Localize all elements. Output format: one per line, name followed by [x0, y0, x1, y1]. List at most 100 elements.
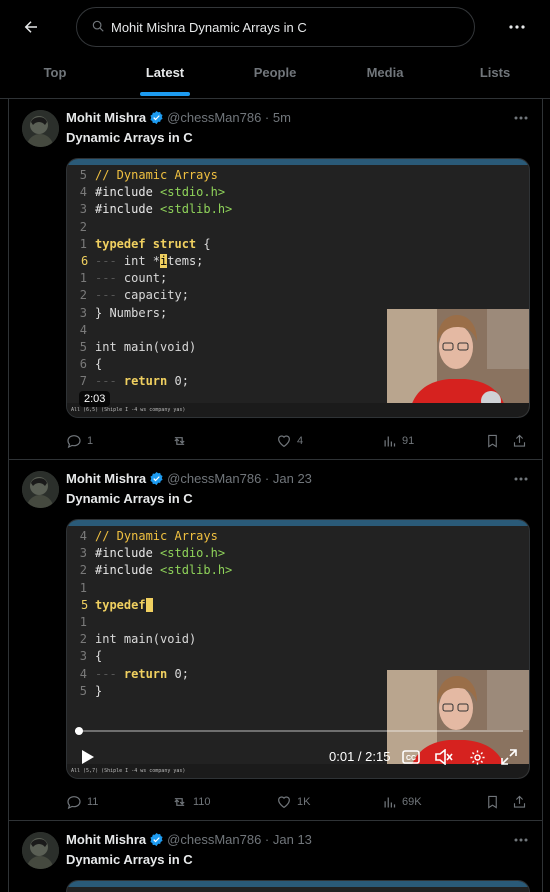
reply-button[interactable]: 1: [66, 431, 93, 451]
views-button[interactable]: 91: [382, 431, 414, 451]
author-handle[interactable]: @chessMan786: [167, 471, 261, 486]
reply-count: 11: [87, 796, 99, 808]
back-arrow-icon[interactable]: [18, 14, 44, 40]
heart-icon: [278, 435, 290, 448]
separator-dot: ·: [261, 471, 273, 486]
tweet-header: Mohit Mishra @chessMan786 · Jan 23: [66, 471, 312, 486]
video-controls: 0:01 / 2:15 CC: [67, 718, 529, 778]
editor-status-line: All (6,5) (Shiple I -4 ws company yas): [67, 403, 529, 417]
author-name[interactable]: Mohit Mishra: [66, 832, 146, 847]
progress-handle[interactable]: [74, 727, 83, 735]
editor-title-bar: [67, 159, 529, 165]
author-name[interactable]: Mohit Mishra: [66, 110, 146, 125]
reply-button[interactable]: 11: [66, 792, 98, 812]
code-line: 1: [67, 580, 232, 597]
view-count: 69K: [402, 796, 422, 808]
more-options-icon[interactable]: [505, 15, 529, 39]
tab-media[interactable]: Media: [330, 53, 440, 98]
reply-icon: [67, 796, 81, 810]
play-icon[interactable]: [79, 748, 97, 766]
verified-badge-icon: [149, 110, 164, 125]
avatar[interactable]: [22, 471, 59, 508]
code-line: 2 int main(void): [67, 631, 232, 648]
code-line: 6{: [67, 356, 232, 373]
tweet-more-icon[interactable]: [511, 111, 531, 125]
author-handle[interactable]: @chessMan786: [167, 110, 261, 125]
code-line: 4: [67, 322, 232, 339]
author-handle[interactable]: @chessMan786: [167, 832, 261, 847]
search-icon: [91, 19, 107, 35]
tweet-more-icon[interactable]: [511, 833, 531, 847]
share-button[interactable]: [512, 431, 527, 451]
top-bar: [0, 0, 550, 53]
line-number: 7: [79, 374, 87, 389]
code-line: 1: [67, 614, 232, 631]
fullscreen-icon[interactable]: [500, 748, 518, 766]
views-button[interactable]: 69K: [382, 792, 422, 812]
line-number: 2: [79, 632, 87, 647]
code-line: 3 #include <stdlib.h>: [67, 201, 233, 218]
code-text: typedef: [95, 597, 153, 612]
tweet-actions: 1 4 91: [66, 431, 536, 451]
code-text: {: [95, 357, 103, 372]
share-button[interactable]: [512, 792, 527, 812]
captions-icon[interactable]: CC: [402, 748, 420, 766]
line-number: 2: [79, 563, 87, 578]
code-text: // Dynamic Arrays: [95, 529, 218, 543]
line-number: 5: [81, 597, 89, 612]
line-number: 3: [79, 649, 87, 664]
code-text: typedef struct {: [95, 236, 211, 251]
code-line: 1 typedef struct {: [67, 236, 232, 253]
tweet[interactable]: Mohit Mishra @chessMan786 · Jan 13 Dynam…: [9, 821, 542, 892]
code-line: 7 --- return 0;: [67, 373, 232, 390]
tab-latest[interactable]: Latest: [110, 53, 220, 98]
code-line: 2 #include <stdlib.h>: [67, 562, 233, 579]
code-text: }: [95, 683, 103, 698]
bookmark-button[interactable]: [485, 431, 500, 451]
code-editor: 4 // Dynamic Arrays 3 #include <stdio.h> 2 #i…: [67, 528, 233, 700]
mute-icon[interactable]: [435, 748, 453, 766]
like-button[interactable]: 4: [276, 431, 303, 451]
video-player[interactable]: 5 // Dynamic Arrays 4 #include <stdio.h> 3 #i…: [66, 158, 530, 418]
views-icon: [384, 797, 396, 807]
bookmark-icon: [488, 434, 497, 448]
avatar[interactable]: [22, 110, 59, 147]
line-number: 2: [79, 288, 87, 303]
video-player[interactable]: 4 // Dynamic Arrays 3 #include <stdio.h> 2 #i…: [66, 519, 530, 779]
tweet-text: Dynamic Arrays in C: [66, 852, 193, 867]
code-line: 3 #include <stdio.h>: [67, 545, 232, 562]
code-line: 2: [67, 219, 232, 236]
video-progress-bar[interactable]: [74, 727, 523, 735]
search-box[interactable]: [76, 7, 475, 47]
line-number: 4: [79, 529, 87, 543]
tweet-header: Mohit Mishra @chessMan786 · 5m: [66, 110, 291, 125]
tweet-more-icon[interactable]: [511, 472, 531, 486]
bookmark-button[interactable]: [485, 792, 500, 812]
retweet-icon: [174, 798, 185, 806]
view-count: 91: [402, 435, 415, 447]
tweet[interactable]: Mohit Mishra @chessMan786 · 5m Dynamic A…: [9, 99, 542, 460]
tweet-timestamp[interactable]: 5m: [273, 110, 291, 125]
code-text: --- capacity;: [95, 288, 189, 303]
tab-top[interactable]: Top: [0, 53, 110, 98]
code-text: // Dynamic Arrays: [95, 168, 218, 182]
tweet[interactable]: Mohit Mishra @chessMan786 · Jan 23 Dynam…: [9, 460, 542, 821]
retweet-button[interactable]: 110: [171, 792, 211, 812]
search-input[interactable]: [111, 19, 451, 35]
line-number: 1: [79, 615, 87, 630]
author-name[interactable]: Mohit Mishra: [66, 471, 146, 486]
tab-lists[interactable]: Lists: [440, 53, 550, 98]
code-line: 6 --- int *items;: [67, 253, 232, 270]
settings-gear-icon[interactable]: [468, 748, 486, 766]
tab-people[interactable]: People: [220, 53, 330, 98]
editor-title-bar: [67, 520, 529, 526]
tweet-timestamp[interactable]: Jan 23: [273, 471, 312, 486]
line-number: 1: [79, 271, 87, 286]
code-line: 5}: [67, 683, 232, 700]
video-player[interactable]: [66, 880, 530, 892]
like-button[interactable]: 1K: [276, 792, 310, 812]
tweet-timestamp[interactable]: Jan 13: [273, 832, 312, 847]
avatar[interactable]: [22, 832, 59, 869]
retweet-button[interactable]: [171, 431, 193, 451]
